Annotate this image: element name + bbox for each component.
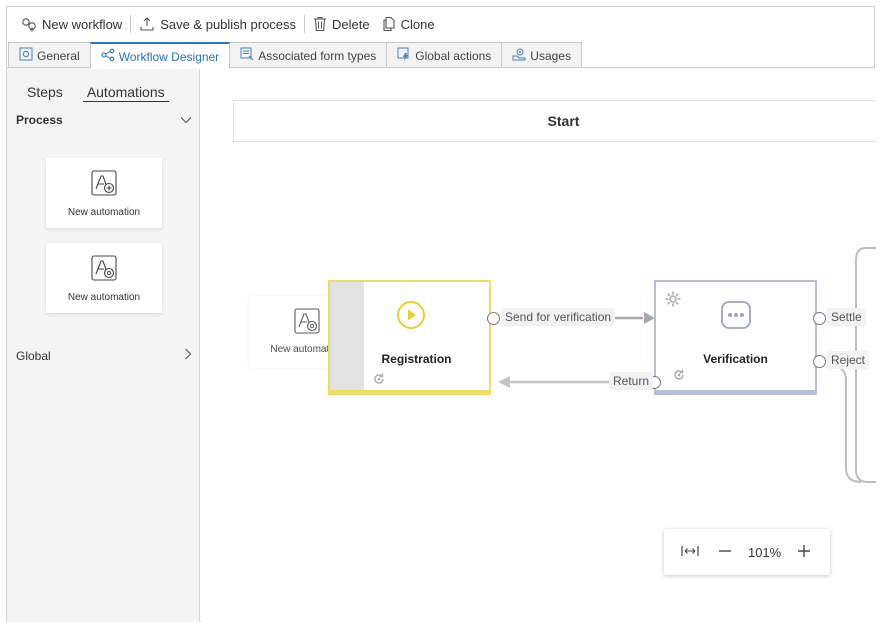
automation-card-label: New automation (67, 292, 141, 303)
tab-associated-form-types[interactable]: Associated form types (229, 42, 388, 68)
new-workflow-button[interactable]: New workflow (15, 12, 128, 36)
zoom-level: 101% (747, 544, 782, 560)
fit-width-icon (680, 545, 699, 560)
fit-width-button[interactable] (678, 540, 702, 564)
refresh-icon[interactable] (672, 368, 686, 387)
tab-usages-label: Usages (530, 48, 571, 63)
form-icon (240, 47, 254, 64)
gear-icon (19, 47, 33, 64)
new-workflow-label: New workflow (42, 16, 123, 32)
workflow-icon (101, 48, 115, 65)
tab-workflow-designer-label: Workflow Designer (118, 49, 220, 64)
tab-general-label: General (37, 48, 80, 63)
tab-workflow-designer[interactable]: Workflow Designer (89, 42, 231, 69)
clone-button[interactable]: Clone (376, 12, 441, 36)
chevron-down-icon (180, 113, 192, 127)
gear-icon[interactable] (664, 290, 682, 313)
automation-drop-zone (330, 282, 364, 390)
save-publish-button[interactable]: Save & publish process (133, 12, 302, 36)
panel-tab-steps[interactable]: Steps (27, 84, 63, 102)
automation-card-gear[interactable]: New automation (46, 243, 162, 313)
clone-label: Clone (400, 16, 435, 32)
step-verification[interactable]: Verification (654, 280, 817, 395)
automation-gear-icon (293, 308, 320, 337)
toolbar-separator (304, 15, 306, 33)
toolbar-separator (130, 15, 132, 33)
tab-global-actions-label: Global actions (415, 48, 492, 63)
section-process[interactable]: Process (16, 113, 192, 127)
upload-icon (139, 16, 155, 32)
return-arrow-head (498, 376, 510, 388)
automation-panel: Steps Automations Process New automation… (7, 68, 200, 622)
toolbar: New workflow Save & publish process Dele… (7, 7, 874, 41)
zoom-in-button[interactable] (792, 540, 816, 564)
port-send-for-verification[interactable] (487, 312, 500, 325)
delete-label: Delete (332, 16, 370, 32)
copy-icon (382, 16, 396, 32)
panel-tabs: Steps Automations (27, 84, 169, 102)
section-global[interactable]: Global (16, 348, 192, 363)
app-frame: New workflow Save & publish process Dele… (6, 6, 876, 622)
usages-icon (512, 47, 526, 64)
flow-label-return[interactable]: Return (609, 372, 654, 390)
step-registration[interactable]: Registration (328, 280, 491, 395)
flow-label-send-for-verification[interactable]: Send for verification (501, 308, 616, 326)
trash-icon (313, 16, 327, 32)
automation-gear-icon (91, 255, 117, 284)
step-verification-title: Verification (703, 352, 768, 366)
automation-card-label: New automation (67, 207, 141, 218)
minus-icon (718, 544, 732, 561)
automation-add-icon (91, 170, 117, 199)
zoom-control: 101% (664, 529, 830, 575)
refresh-icon[interactable] (372, 372, 386, 391)
delete-button[interactable]: Delete (307, 12, 376, 36)
flow-label-settle[interactable]: Settle (827, 308, 866, 326)
zoom-out-button[interactable] (713, 540, 737, 564)
plus-icon (797, 544, 811, 561)
tab-global-actions[interactable]: Global actions (386, 42, 503, 68)
chevron-right-icon (184, 348, 192, 363)
panel-tab-automations[interactable]: Automations (82, 84, 169, 102)
save-publish-label: Save & publish process (160, 16, 297, 32)
automation-card-add[interactable]: New automation (46, 158, 162, 228)
tab-bar: General Workflow Designer Associated for… (7, 42, 874, 69)
section-global-label: Global (16, 348, 51, 363)
tab-associated-form-types-label: Associated form types (258, 48, 377, 63)
more-icon (721, 301, 751, 334)
play-icon (396, 300, 426, 335)
flow-label-reject[interactable]: Reject (827, 351, 870, 369)
action-icon (397, 47, 411, 64)
tab-general[interactable]: General (8, 42, 91, 68)
section-process-label: Process (16, 113, 63, 127)
port-settle[interactable] (813, 312, 826, 325)
port-reject[interactable] (813, 355, 826, 368)
new-workflow-icon (21, 16, 37, 32)
tab-usages[interactable]: Usages (501, 42, 582, 68)
workflow-canvas[interactable]: Start New automation Registration Verifi… (201, 68, 876, 622)
step-registration-title: Registration (381, 352, 452, 366)
